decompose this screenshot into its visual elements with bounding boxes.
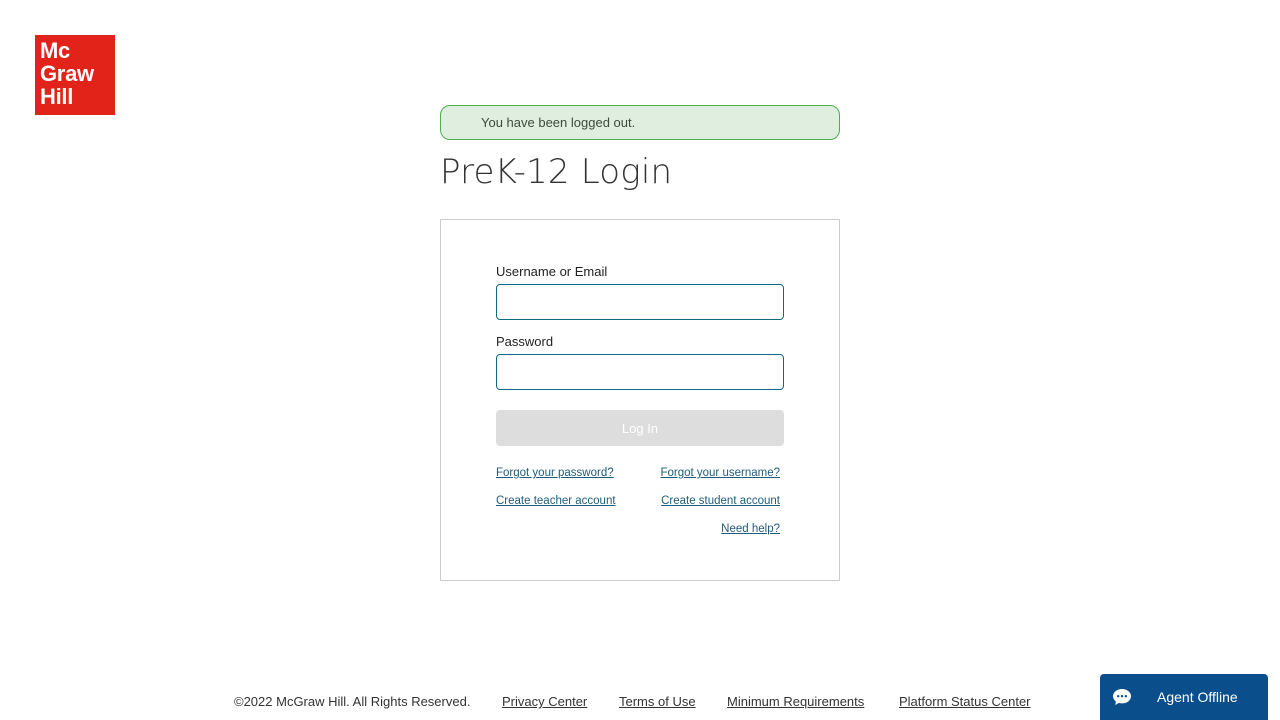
- copyright-text: ©2022 McGraw Hill. All Rights Reserved.: [234, 694, 471, 709]
- login-card: Username or Email Password Log In Forgot…: [440, 219, 840, 581]
- forgot-password-link[interactable]: Forgot your password?: [496, 467, 614, 479]
- password-label: Password: [496, 334, 554, 349]
- page: Mc Graw Hill You have been logged out. P…: [0, 0, 1280, 720]
- forgot-username-link[interactable]: Forgot your username?: [660, 467, 780, 479]
- footer-link-privacy-center[interactable]: Privacy Center: [502, 694, 587, 709]
- logout-alert: You have been logged out.: [440, 105, 840, 140]
- footer: ©2022 McGraw Hill. All Rights Reserved. …: [0, 694, 1280, 714]
- chat-status-label: Agent Offline: [1157, 689, 1238, 705]
- logo-line-3: Hill: [40, 84, 74, 109]
- page-title: PreK-12 Login: [440, 152, 673, 192]
- chat-widget[interactable]: Agent Offline: [1100, 674, 1268, 720]
- mcgraw-hill-logo[interactable]: Mc Graw Hill: [35, 35, 115, 115]
- login-button[interactable]: Log In: [496, 410, 784, 446]
- create-student-account-link[interactable]: Create student account: [661, 495, 780, 507]
- footer-link-platform-status-center[interactable]: Platform Status Center: [899, 694, 1031, 709]
- logo-line-2: Graw: [40, 61, 94, 86]
- need-help-link[interactable]: Need help?: [721, 523, 780, 535]
- alert-message: You have been logged out.: [481, 115, 636, 130]
- footer-link-terms-of-use[interactable]: Terms of Use: [619, 694, 696, 709]
- password-input[interactable]: [496, 354, 784, 390]
- footer-link-minimum-requirements[interactable]: Minimum Requirements: [727, 694, 864, 709]
- username-input[interactable]: [496, 284, 784, 320]
- create-teacher-account-link[interactable]: Create teacher account: [496, 495, 616, 507]
- logo-line-1: Mc: [40, 38, 70, 63]
- username-label: Username or Email: [496, 264, 608, 279]
- chat-bubble-icon: [1112, 687, 1132, 707]
